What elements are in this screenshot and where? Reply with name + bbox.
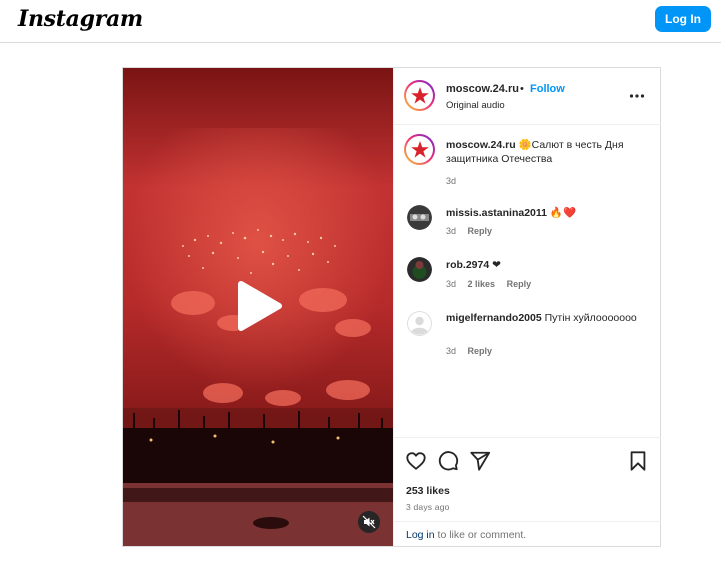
share-icon[interactable] — [469, 450, 491, 472]
likes-count[interactable]: 253 likes — [406, 485, 450, 497]
login-prompt-text: to like or comment. — [434, 529, 527, 541]
comment-body: Путін хуйлооооооо — [544, 312, 637, 324]
comment-icon[interactable] — [437, 450, 459, 472]
comment-avatar[interactable] — [407, 257, 432, 282]
comment-time: 3d — [446, 279, 457, 289]
comment-text: rob.2974 ❤ — [446, 258, 651, 272]
caption-username[interactable]: moscow.24.ru — [446, 139, 516, 151]
video-player[interactable] — [123, 68, 393, 546]
comment-avatar[interactable] — [407, 205, 432, 230]
save-bookmark-icon[interactable] — [627, 450, 649, 472]
comment-text: missis.astanina2011 🔥❤️ — [446, 206, 651, 220]
top-navigation-bar: Instagram Log In — [0, 0, 721, 43]
follow-button[interactable]: Follow — [530, 83, 565, 95]
comment-meta: 3d Reply — [446, 346, 501, 356]
post-sidebar: moscow.24.ru • Follow Original audio mos… — [393, 68, 661, 546]
caption-time: 3d — [446, 176, 457, 186]
like-heart-icon[interactable] — [405, 450, 427, 472]
post-timestamp[interactable]: 3 days ago — [406, 502, 450, 512]
more-options-icon[interactable] — [629, 86, 645, 106]
account-username[interactable]: moscow.24.ru — [446, 83, 519, 95]
post-actions: 253 likes 3 days ago Log in to like or c… — [394, 437, 661, 546]
caption-meta: 3d — [446, 176, 465, 186]
default-avatar-icon — [407, 311, 432, 336]
comment-body: 🔥❤️ — [549, 207, 577, 219]
user-photo-icon — [407, 257, 432, 282]
audio-label[interactable]: Original audio — [446, 100, 505, 111]
comment-body: ❤ — [492, 259, 501, 271]
red-star-icon — [407, 137, 432, 162]
comment-meta: 3d Reply — [446, 226, 501, 236]
comment-likes[interactable]: 2 likes — [468, 279, 496, 289]
account-avatar[interactable] — [404, 80, 435, 111]
post-card: moscow.24.ru • Follow Original audio mos… — [122, 67, 661, 547]
separator-dot: • — [520, 83, 524, 95]
comment-username[interactable]: migelfernando2005 — [446, 312, 542, 324]
caption-avatar[interactable] — [404, 134, 435, 165]
login-button[interactable]: Log In — [655, 6, 711, 32]
play-icon[interactable] — [235, 278, 285, 334]
comments-section: moscow.24.ru 🌼Салют в честь Дня защитник… — [394, 125, 661, 437]
instagram-logo[interactable]: Instagram — [18, 6, 143, 32]
reply-button[interactable]: Reply — [468, 226, 493, 236]
red-star-icon — [407, 83, 432, 108]
mute-icon[interactable] — [358, 511, 380, 533]
comment-username[interactable]: missis.astanina2011 — [446, 207, 547, 219]
comment-avatar[interactable] — [407, 311, 432, 336]
comment-username[interactable]: rob.2974 — [446, 259, 489, 271]
comment-text: migelfernando2005 Путін хуйлооооооо — [446, 311, 651, 325]
reply-button[interactable]: Reply — [507, 279, 532, 289]
caption-text: moscow.24.ru 🌼Салют в честь Дня защитник… — [446, 138, 651, 166]
reply-button[interactable]: Reply — [468, 346, 493, 356]
login-link[interactable]: Log in — [406, 529, 435, 541]
post-header: moscow.24.ru • Follow Original audio — [394, 68, 661, 125]
comment-time: 3d — [446, 346, 457, 356]
user-photo-icon — [407, 205, 432, 230]
comment-meta: 3d 2 likes Reply — [446, 279, 540, 289]
comment-time: 3d — [446, 226, 457, 236]
login-prompt: Log in to like or comment. — [394, 521, 661, 547]
